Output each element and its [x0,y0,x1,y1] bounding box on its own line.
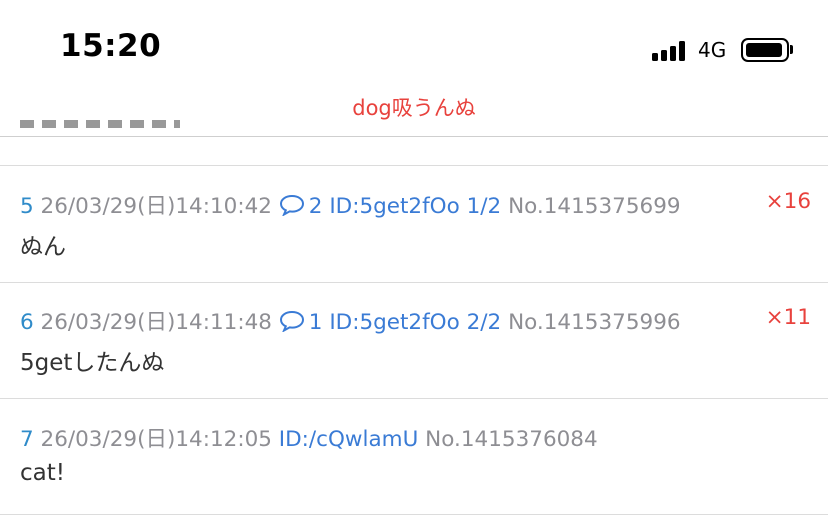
poster-id[interactable]: ID:5get2fOo [329,310,459,335]
status-bar: 15:20 4G [0,0,828,96]
post-header: 5 26/03/29(日)14:10:42 2 ID:5get2fOo 1/2 … [20,189,681,220]
post-divider [0,514,828,515]
post-divider [0,398,828,399]
post-divider [0,282,828,283]
post-date: 26/03/29(日)14:12:05 [40,427,272,452]
id-post-count[interactable]: 1/2 [467,194,502,219]
post-body: ぬん [20,234,66,260]
post-number[interactable]: 5 [20,194,34,219]
scrolled-off-text [20,116,320,136]
status-time: 15:20 [60,28,162,64]
post-no[interactable]: No.1415376084 [425,427,597,452]
poster-id[interactable]: ID:/cQwlamU [279,427,419,452]
post-no[interactable]: No.1415375699 [508,194,680,219]
post-header: 6 26/03/29(日)14:11:48 1 ID:5get2fOo 2/2 … [20,305,681,336]
soudane-count[interactable]: ×11 [766,305,811,330]
soudane-count[interactable]: ×16 [766,189,811,214]
post-date: 26/03/29(日)14:10:42 [40,194,272,219]
reply-count-link[interactable]: 2 [279,194,323,219]
post-number[interactable]: 6 [20,310,34,335]
post-date: 26/03/29(日)14:11:48 [40,310,272,335]
post-body: 5getしたんぬ [20,350,165,376]
post-header: 7 26/03/29(日)14:12:05 ID:/cQwlamU No.141… [20,422,598,453]
poster-id[interactable]: ID:5get2fOo [329,194,459,219]
speech-bubble-icon [279,310,304,332]
nav-divider [0,136,828,137]
reply-count: 2 [308,194,323,219]
speech-bubble-icon [279,194,304,216]
reply-count: 1 [308,310,323,335]
reply-count-link[interactable]: 1 [279,310,323,335]
network-type: 4G [698,38,727,62]
post-no[interactable]: No.1415375996 [508,310,680,335]
signal-bars-icon [652,39,688,61]
post-divider [0,165,828,166]
post-number[interactable]: 7 [20,427,34,452]
battery-level [746,43,782,57]
battery-icon [741,38,789,62]
post-body: cat! [20,460,65,486]
battery-cap [790,45,793,54]
id-post-count[interactable]: 2/2 [467,310,502,335]
